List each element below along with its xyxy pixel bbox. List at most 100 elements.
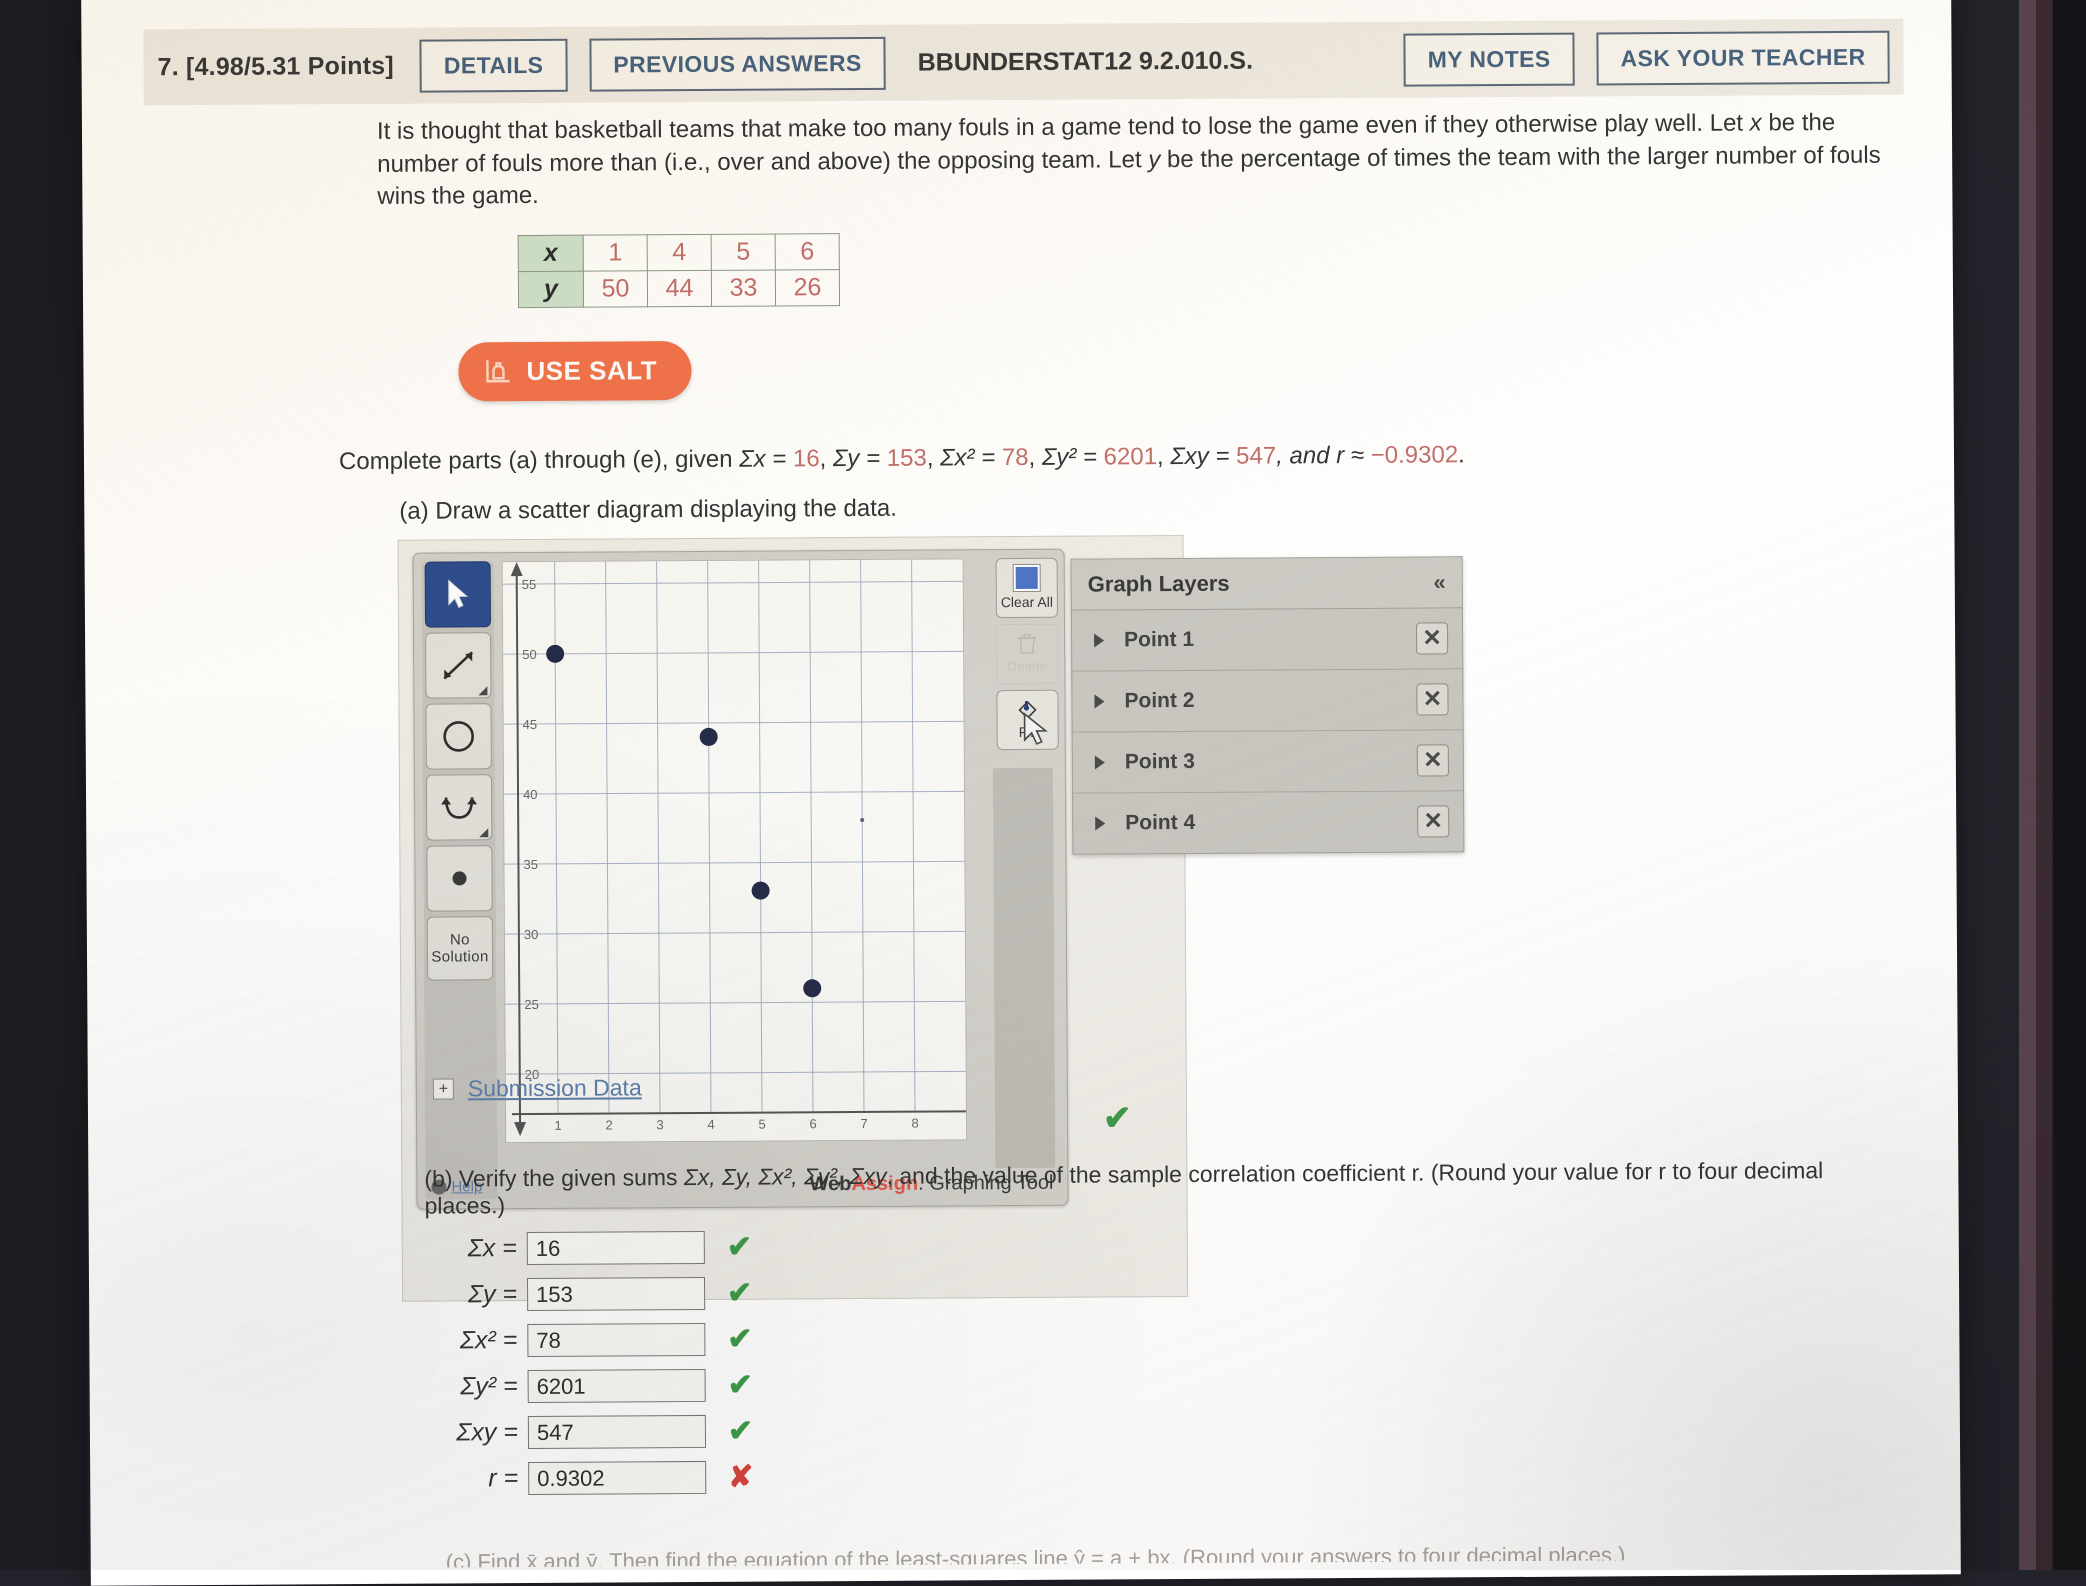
layer-label-2: Point 2 [1124,689,1194,713]
answer-input-r[interactable]: 0.9302 [528,1461,706,1495]
svg-text:8: 8 [911,1116,918,1131]
svg-text:2: 2 [605,1117,612,1132]
grapher-scroll-track[interactable] [993,768,1055,1168]
circle-icon [439,716,479,756]
delete-layer-icon-1[interactable]: ✕ [1416,622,1448,654]
answer-label-sum-x2: Σx² = [425,1326,527,1356]
part-c-partial: (c) Find x̄ and ȳ. Then find the equatio… [446,1541,1846,1568]
line-tool[interactable] [425,632,491,698]
svg-text:50: 50 [522,647,537,662]
tool-column: No Solution Help [422,561,498,1199]
delete-layer-icon-3[interactable]: ✕ [1417,744,1449,776]
plot-area[interactable]: 55 50 45 40 35 30 25 20 [502,558,968,1143]
ask-your-teacher-button[interactable]: ASK YOUR TEACHER [1596,30,1889,85]
tool-expand-corner-parabola[interactable] [479,828,488,837]
use-salt-button[interactable]: USE SALT [458,341,691,401]
no-solution-line2: Solution [431,948,489,966]
answer-label-sum-xy: Σxy = [426,1418,528,1448]
collapse-panel-icon[interactable]: « [1433,569,1445,595]
delete-layer-icon-4[interactable]: ✕ [1417,805,1449,837]
details-button[interactable]: DETAILS [420,38,568,92]
layer-row-point-4[interactable]: Point 4 ✕ [1073,791,1463,853]
answer-mark-sum-xy: ✔ [728,1416,753,1446]
no-solution-button[interactable]: No Solution [427,916,493,980]
answer-input-sum-y[interactable]: 153 [527,1277,705,1311]
select-tool[interactable] [425,561,491,627]
data-point-1 [546,645,564,663]
svg-text:3: 3 [656,1117,663,1132]
no-solution-line1: No [450,931,470,948]
answer-input-sum-x[interactable]: 16 [527,1231,705,1265]
cell-x-2: 5 [711,234,775,270]
answer-row-r: r = 0.9302 ✘ [426,1454,1846,1496]
trash-icon [1017,633,1037,655]
delete-button[interactable]: Delete [996,624,1058,684]
answer-label-sum-y: Σy = [425,1280,527,1310]
answer-input-sum-y2[interactable]: 6201 [528,1369,706,1403]
answer-label-r: r = [426,1464,528,1494]
layer-row-point-3[interactable]: Point 3 ✕ [1073,730,1463,793]
circle-tool[interactable] [425,703,491,769]
svg-text:5: 5 [758,1116,765,1131]
question-code: BBUNDERSTAT12 9.2.010.S. [918,46,1253,77]
svg-text:4: 4 [707,1117,714,1132]
cell-y-2: 33 [711,270,775,306]
question-body: It is thought that basketball teams that… [377,107,1914,1302]
expand-caret-icon[interactable] [1095,755,1105,769]
svg-text:45: 45 [523,717,538,732]
data-table: x 1 4 5 6 y 50 44 33 26 [518,233,840,308]
grid-horizontal [503,581,966,1074]
clear-all-button[interactable]: Clear All [996,558,1058,618]
svg-text:6: 6 [809,1116,816,1131]
expand-submission-icon[interactable]: + [433,1078,454,1099]
svg-text:1: 1 [554,1118,561,1133]
expand-caret-icon[interactable] [1094,633,1104,647]
submission-data-row: + Submission Data [433,1074,642,1102]
answer-row-sum-xy: Σxy = 547 ✔ [426,1408,1846,1450]
part-b-prompt: (b) Verify the given sums Σx, Σy, Σx², Σ… [424,1157,1844,1220]
parabola-tool[interactable] [426,774,492,840]
problem-statement: It is thought that basketball teams that… [377,107,1908,214]
svg-text:7: 7 [860,1116,867,1131]
part-b-block: (b) Verify the given sums Σx, Σy, Σx², Σ… [424,1157,1846,1496]
layer-row-point-2[interactable]: Point 2 ✕ [1072,669,1462,732]
y-tick-labels: 55 50 45 40 35 30 25 20 [522,577,540,1082]
dot-icon [448,867,470,889]
layer-row-point-1[interactable]: Point 1 ✕ [1072,608,1462,671]
answer-input-sum-x2[interactable]: 78 [527,1323,705,1357]
answer-mark-sum-x2: ✔ [727,1324,752,1354]
question-header: 7. [4.98/5.31 Points] DETAILS PREVIOUS A… [143,19,1903,106]
submission-data-link[interactable]: Submission Data [468,1074,642,1102]
layer-label-1: Point 1 [1124,628,1194,652]
expand-caret-icon[interactable] [1095,816,1105,830]
answer-mark-r: ✘ [728,1462,753,1492]
salt-icon [484,358,512,384]
cell-x-3: 6 [775,233,839,269]
given-sums-line: Complete parts (a) through (e), given Σx… [339,438,1909,476]
data-points[interactable] [546,643,865,999]
grapher-panel: No Solution Help [413,549,1069,1210]
point-tool[interactable] [426,845,492,911]
graph-layers-header: Graph Layers « [1072,557,1462,610]
svg-text:35: 35 [523,857,538,872]
cell-x-1: 4 [647,234,711,270]
tool-expand-corner[interactable] [478,686,487,695]
svg-text:25: 25 [524,997,539,1012]
expand-caret-icon[interactable] [1094,694,1104,708]
layer-label-4: Point 4 [1125,811,1195,835]
answer-row-sum-x: Σx = 16 ✔ [425,1224,1845,1266]
answer-label-sum-x: Σx = [425,1234,527,1264]
answer-row-sum-x2: Σx² = 78 ✔ [425,1316,1845,1358]
stray-mark [860,818,864,822]
scatter-plot: 55 50 45 40 35 30 25 20 [503,559,967,1142]
cell-y-0: 50 [583,271,647,307]
my-notes-button[interactable]: MY NOTES [1404,32,1575,86]
x-axis [512,1111,966,1114]
answer-input-sum-xy[interactable]: 547 [528,1415,706,1449]
grid-vertical [555,560,915,1114]
delete-layer-icon-2[interactable]: ✕ [1416,683,1448,715]
cell-x-0: 1 [583,235,647,271]
data-point-2 [700,728,718,746]
previous-answers-button[interactable]: PREVIOUS ANSWERS [589,36,886,91]
cell-y-1: 44 [647,270,711,306]
